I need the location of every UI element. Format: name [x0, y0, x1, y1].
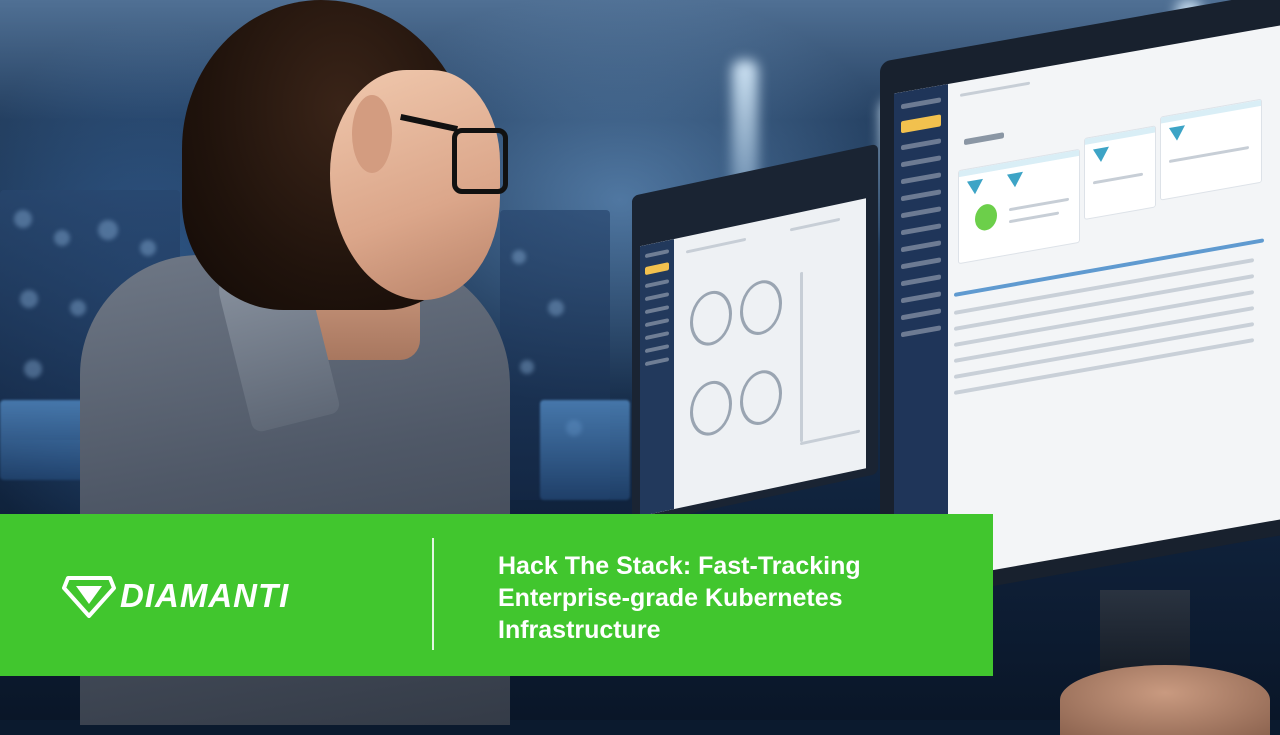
- person-hand: [1060, 665, 1270, 735]
- dashboard-header-line: [790, 217, 840, 232]
- gauge-chart: [740, 276, 782, 340]
- bokeh-light: [548, 300, 564, 316]
- bokeh-light: [98, 220, 118, 240]
- chart-axis: [800, 429, 860, 446]
- bokeh-light: [24, 360, 42, 378]
- dashboard-title-line: [964, 132, 1004, 146]
- headline-line-2: Enterprise-grade Kubernetes: [498, 584, 843, 612]
- bokeh-light: [70, 300, 86, 316]
- dashboard-header-line: [686, 237, 746, 254]
- gauge-chart: [690, 286, 732, 350]
- summary-card: [1160, 98, 1262, 201]
- diamond-logo-icon: [62, 576, 116, 618]
- banner-divider: [432, 538, 434, 650]
- title-banner: DIAMANTI Hack The Stack: Fast-Tracking E…: [0, 514, 993, 676]
- gauge-chart: [740, 366, 782, 430]
- dashboard-sidebar: [640, 239, 674, 517]
- gauge-chart: [690, 376, 732, 440]
- bokeh-light: [14, 210, 32, 228]
- dashboard-header-line: [960, 81, 1030, 97]
- status-indicator: [975, 202, 997, 233]
- dashboard-sidebar: [894, 84, 948, 588]
- bokeh-light: [140, 240, 156, 256]
- bokeh-light: [54, 230, 70, 246]
- glasses-lens: [452, 128, 508, 194]
- banner-headline: Hack The Stack: Fast-Tracking Enterprise…: [498, 550, 968, 646]
- person-ear: [352, 95, 392, 173]
- background-monitor: [540, 400, 630, 500]
- brand-logo: DIAMANTI: [62, 574, 289, 618]
- monitor-left: [632, 143, 878, 526]
- bokeh-light: [512, 250, 526, 264]
- summary-card: [958, 148, 1080, 265]
- background-monitor: [0, 400, 90, 480]
- chart-axis: [800, 271, 803, 443]
- bokeh-light: [520, 360, 534, 374]
- summary-card: [1084, 125, 1156, 221]
- headline-line-1: Hack The Stack: Fast-Tracking: [498, 552, 861, 580]
- headline-line-3: Infrastructure: [498, 616, 661, 644]
- monitor-right-screen: [894, 25, 1280, 588]
- logo-wordmark: DIAMANTI: [120, 577, 290, 614]
- bokeh-light: [20, 290, 38, 308]
- monitor-left-screen: [640, 198, 866, 517]
